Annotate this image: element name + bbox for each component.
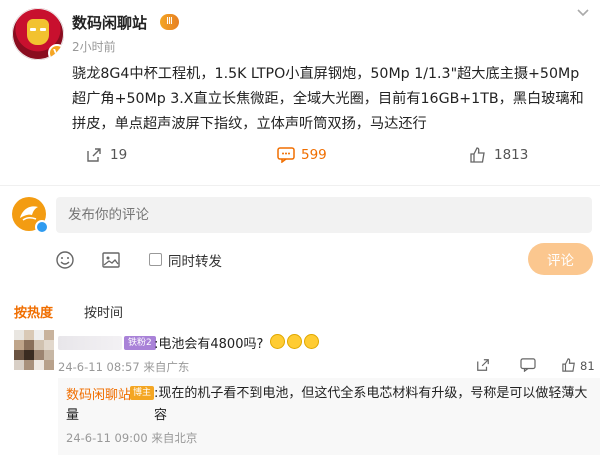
submit-comment-button[interactable]: 评论 <box>528 243 593 275</box>
share-icon[interactable] <box>476 358 490 375</box>
commenter-name-blurred[interactable] <box>58 336 122 350</box>
divider <box>0 185 600 186</box>
tab-sort-time[interactable]: 按时间 <box>84 302 123 321</box>
emoji-icon[interactable] <box>55 250 75 270</box>
image-icon[interactable] <box>101 250 121 270</box>
reply-text-line1: :现在的机子看不到电池，但这代全系电芯材料有升级，号称是可以做轻薄大容 <box>154 386 588 423</box>
comment-like-count: 81 <box>580 359 595 373</box>
comment-icon <box>277 147 295 164</box>
action-bar: 19 599 1813 <box>0 147 600 171</box>
commenter-avatar[interactable] <box>14 330 54 370</box>
repost-button[interactable]: 19 <box>86 147 127 163</box>
comment-button[interactable]: 599 <box>277 147 327 164</box>
fan-badge: 铁粉2 <box>124 336 156 350</box>
author-badge: 博主 <box>130 386 155 400</box>
iron-man-face <box>27 19 49 45</box>
reply-text-line2: 量 <box>66 408 80 423</box>
like-count: 1813 <box>494 147 529 163</box>
comment-count: 599 <box>301 147 327 163</box>
repost-count: 19 <box>110 147 128 163</box>
comment-input[interactable] <box>56 197 592 233</box>
level-badge: Ⅲ <box>160 14 179 30</box>
tab-sort-hot[interactable]: 按热度 <box>14 302 53 321</box>
author-avatar[interactable]: V <box>12 8 64 60</box>
reply-meta: 24-6-11 09:00 来自北京 <box>66 431 198 445</box>
thumbs-up-icon[interactable] <box>562 358 576 375</box>
laugh-emoji-icon <box>287 334 302 349</box>
chevron-down-icon[interactable] <box>576 4 590 23</box>
comment-text: :电池会有4800吗? <box>154 337 264 352</box>
post-text: 骁龙8G4中杯工程机，1.5K LTPO小直屏钢炮，50Mp 1/1.3"超大底… <box>72 66 584 132</box>
comment-meta: 24-6-11 08:57 来自广东 <box>58 360 190 374</box>
verified-icon <box>35 220 49 234</box>
share-icon <box>86 147 102 163</box>
my-avatar[interactable] <box>12 197 49 234</box>
reply-author[interactable]: 数码闲聊站 <box>66 384 131 403</box>
post-time[interactable]: 2小时前 <box>72 38 116 55</box>
repost-checkbox[interactable] <box>149 253 162 266</box>
thumbs-up-icon <box>470 147 486 163</box>
author-name[interactable]: 数码闲聊站 <box>72 12 147 33</box>
repost-checkbox-label[interactable]: 同时转发 <box>168 250 222 270</box>
laugh-emoji-icon <box>270 334 285 349</box>
verified-badge: V <box>48 44 64 60</box>
reply-icon[interactable] <box>520 358 536 375</box>
laugh-emoji-icon <box>304 334 319 349</box>
avatar-eye <box>40 28 46 31</box>
avatar-eye <box>30 28 36 31</box>
like-button[interactable]: 1813 <box>470 147 528 163</box>
